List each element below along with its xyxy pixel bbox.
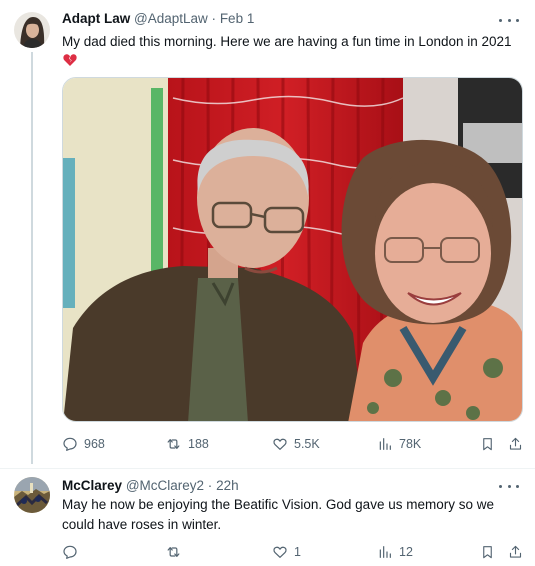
bookmark-icon bbox=[483, 546, 492, 559]
avatar[interactable] bbox=[14, 477, 50, 513]
bookmark-icon bbox=[483, 438, 492, 451]
tweet-header: McClarey @McClarey2 · 22h bbox=[62, 478, 239, 493]
photo-image bbox=[63, 78, 522, 421]
broken-heart-emoji bbox=[62, 52, 522, 74]
avatar[interactable] bbox=[14, 12, 50, 48]
tweet-actions: 968 188 5.5K 78K bbox=[62, 434, 522, 454]
more-options-icon[interactable] bbox=[499, 14, 519, 26]
thread-connector-line bbox=[31, 52, 33, 464]
bookmark-button[interactable] bbox=[480, 542, 495, 562]
separator-dot: · bbox=[211, 11, 217, 26]
reply-count: 968 bbox=[84, 437, 105, 451]
separator-dot: · bbox=[207, 478, 213, 493]
tweet-date[interactable]: Feb 1 bbox=[220, 11, 255, 26]
broken-heart-icon bbox=[63, 54, 77, 66]
tweet-photo[interactable] bbox=[62, 77, 523, 422]
tweet-text: My dad died this morning. Here we are ha… bbox=[62, 32, 522, 74]
tweet-header: Adapt Law @AdaptLaw · Feb 1 bbox=[62, 11, 254, 26]
views-button[interactable]: 78K bbox=[377, 434, 421, 454]
heart-icon bbox=[273, 546, 287, 558]
heart-icon bbox=[273, 438, 287, 450]
reply-bubble-icon bbox=[63, 545, 77, 559]
share-button[interactable] bbox=[508, 542, 523, 562]
reply-button[interactable]: 968 bbox=[62, 434, 105, 454]
bar-chart-icon bbox=[379, 438, 391, 450]
like-button[interactable]: 5.5K bbox=[272, 434, 320, 454]
author-name[interactable]: McClarey bbox=[62, 478, 122, 493]
author-handle[interactable]: @McClarey2 bbox=[126, 478, 204, 493]
like-count: 1 bbox=[294, 545, 301, 559]
tweet-text-body: My dad died this morning. Here we are ha… bbox=[62, 34, 512, 49]
views-button[interactable]: 12 bbox=[377, 542, 413, 562]
share-upload-icon bbox=[509, 545, 522, 558]
views-count: 78K bbox=[399, 437, 422, 451]
tweet-text: May he now be enjoying the Beatific Visi… bbox=[62, 497, 494, 532]
like-count: 5.5K bbox=[294, 437, 320, 451]
views-count: 12 bbox=[399, 545, 413, 559]
like-button[interactable]: 1 bbox=[272, 542, 301, 562]
retweet-count: 188 bbox=[188, 437, 209, 451]
tweet-reply[interactable]: McClarey @McClarey2 · 22h May he now be … bbox=[0, 468, 535, 566]
retweet-button[interactable] bbox=[165, 542, 188, 562]
bar-chart-icon bbox=[379, 546, 391, 558]
share-button[interactable] bbox=[508, 434, 523, 454]
retweet-icon bbox=[167, 547, 180, 557]
author-handle[interactable]: @AdaptLaw bbox=[134, 11, 208, 26]
retweet-icon bbox=[167, 439, 180, 449]
share-upload-icon bbox=[509, 437, 522, 450]
tweet-date[interactable]: 22h bbox=[216, 478, 239, 493]
tweet-main[interactable]: Adapt Law @AdaptLaw · Feb 1 My dad died … bbox=[0, 0, 535, 468]
retweet-button[interactable]: 188 bbox=[165, 434, 209, 454]
reply-button[interactable] bbox=[62, 542, 84, 562]
bookmark-button[interactable] bbox=[480, 434, 495, 454]
tweet-actions: 1 12 bbox=[62, 542, 522, 562]
author-name[interactable]: Adapt Law bbox=[62, 11, 130, 26]
more-options-icon[interactable] bbox=[499, 480, 519, 492]
reply-bubble-icon bbox=[63, 437, 77, 451]
